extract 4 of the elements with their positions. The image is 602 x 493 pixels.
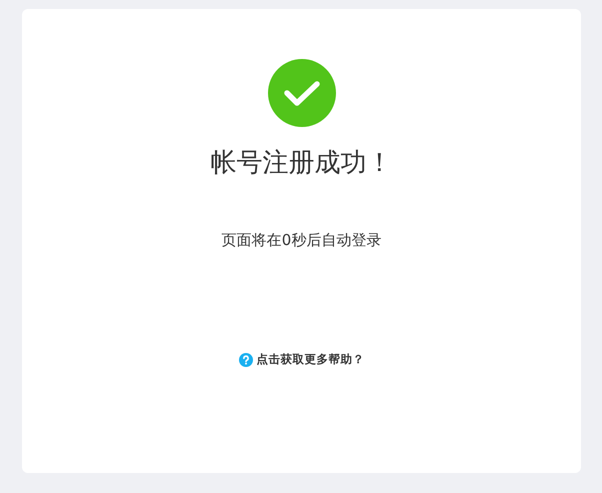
help-icon	[238, 352, 252, 366]
redirect-message: 页面将在0秒后自动登录	[222, 230, 382, 250]
help-link[interactable]: 点击获取更多帮助？	[238, 352, 364, 367]
success-title: 帐号注册成功！	[210, 147, 392, 180]
